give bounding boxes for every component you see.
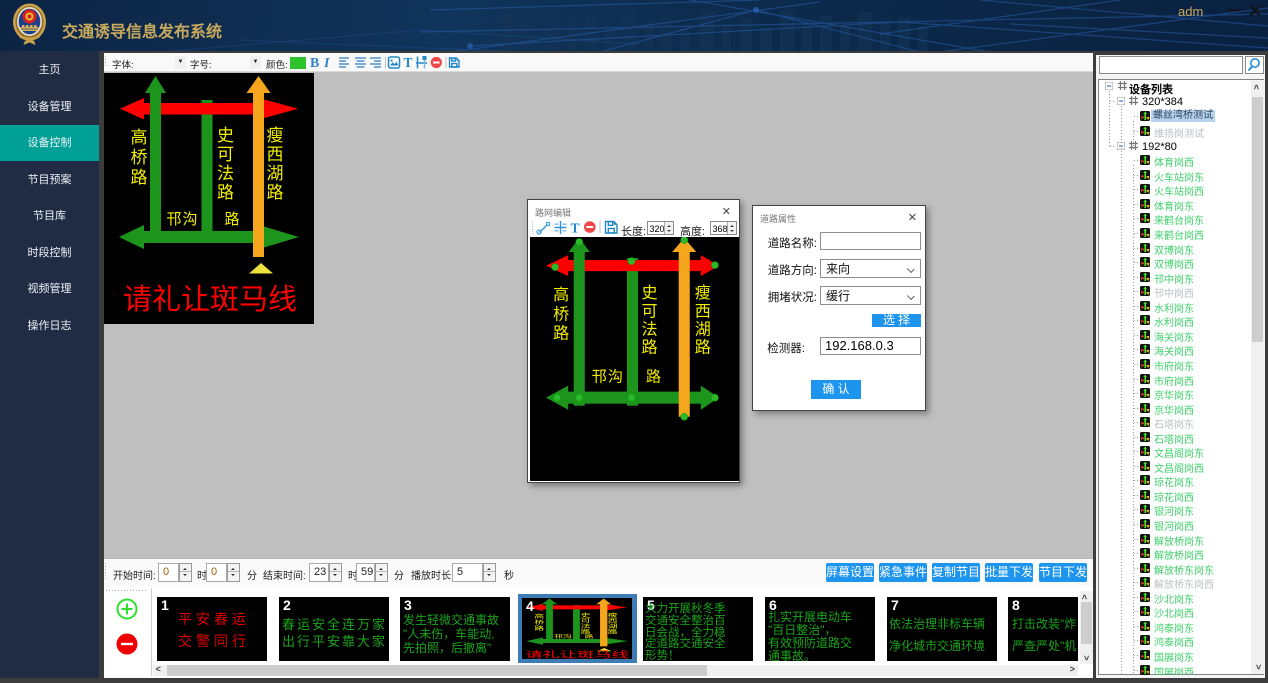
svg-text:史: 史 xyxy=(581,612,591,618)
svg-text:法: 法 xyxy=(581,623,591,629)
svg-text:西: 西 xyxy=(608,618,618,624)
svg-text:I: I xyxy=(323,56,330,71)
svg-text:路: 路 xyxy=(695,338,711,356)
svg-text:T: T xyxy=(404,55,413,70)
svg-text:可: 可 xyxy=(581,618,591,624)
svg-text:路: 路 xyxy=(553,324,569,342)
svg-text:桥: 桥 xyxy=(534,619,544,625)
svg-text:可: 可 xyxy=(642,302,658,320)
svg-text:B: B xyxy=(310,56,319,71)
svg-text:瘦: 瘦 xyxy=(695,284,711,302)
svg-text:高: 高 xyxy=(553,286,569,304)
svg-text:路: 路 xyxy=(534,625,544,631)
svg-text:西: 西 xyxy=(695,302,711,320)
svg-text:湖: 湖 xyxy=(695,320,711,338)
svg-text:路: 路 xyxy=(646,369,661,386)
svg-text:沟: 沟 xyxy=(608,369,623,386)
svg-text:瘦: 瘦 xyxy=(608,612,618,618)
svg-text:史: 史 xyxy=(642,284,658,302)
svg-text:法: 法 xyxy=(642,320,658,338)
svg-text:湖: 湖 xyxy=(608,624,618,630)
svg-text:路: 路 xyxy=(642,338,658,356)
svg-text:邗: 邗 xyxy=(592,369,607,386)
svg-text:路: 路 xyxy=(608,628,618,634)
svg-text:路: 路 xyxy=(581,628,591,634)
svg-text:T: T xyxy=(571,221,580,236)
svg-text:高: 高 xyxy=(534,613,544,619)
svg-text:请礼让斑马线: 请礼让斑马线 xyxy=(525,650,629,659)
svg-text:桥: 桥 xyxy=(553,305,569,323)
